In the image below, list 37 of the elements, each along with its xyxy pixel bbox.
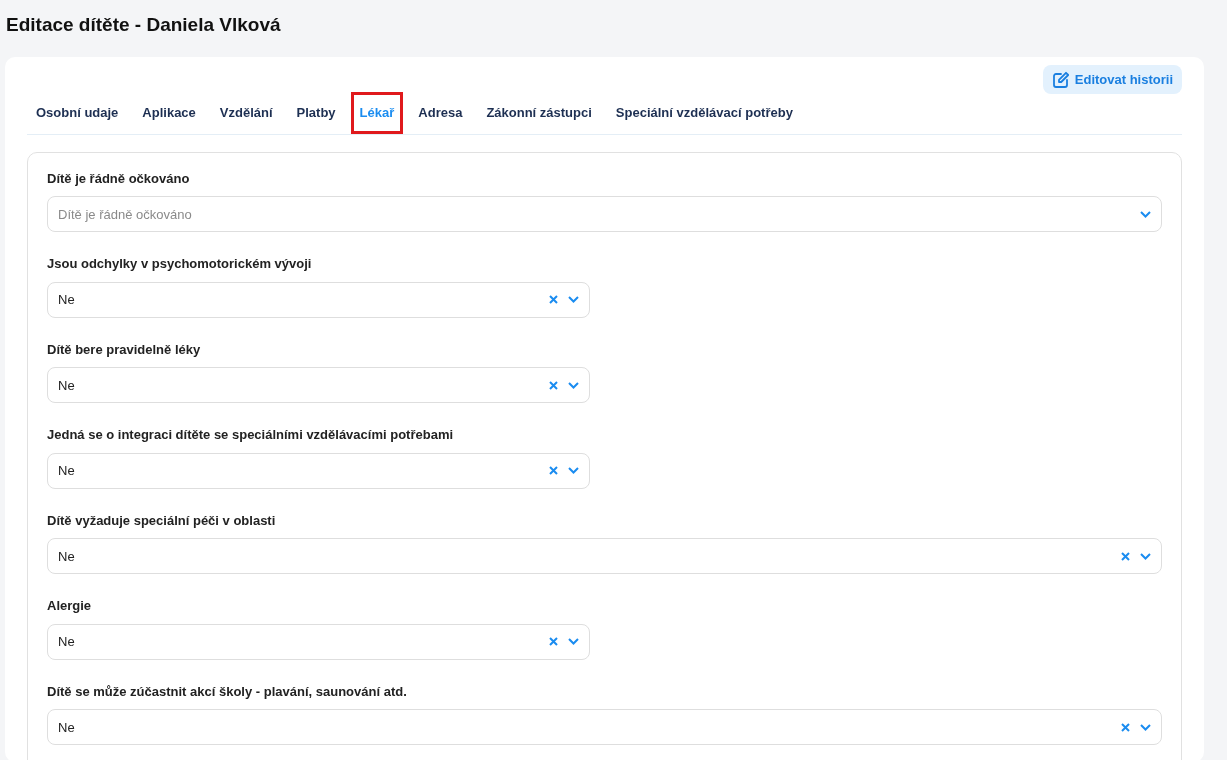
clear-icon[interactable] <box>549 295 558 305</box>
select-field[interactable]: Dítě je řádně očkováno <box>47 196 1162 233</box>
field-label: Jsou odchylky v psychomotorickém vývoji <box>47 255 313 274</box>
tab[interactable]: Zákonní zástupci <box>477 92 601 134</box>
field-label: Jedná se o integraci dítěte se speciálními vzdělávacími potřebami <box>47 426 455 445</box>
clear-icon[interactable] <box>549 380 558 390</box>
clear-icon[interactable] <box>549 637 558 647</box>
select-field[interactable]: Ne <box>47 367 590 404</box>
chevron-down-icon[interactable] <box>568 381 579 389</box>
chevron-down-icon[interactable] <box>568 638 579 646</box>
clear-icon[interactable] <box>1121 551 1130 561</box>
chevron-down-icon[interactable] <box>1140 552 1151 560</box>
tab[interactable]: Adresa <box>409 92 472 134</box>
field-label: Dítě se může zúčastnit akcí školy - plavání, saunování atd. <box>47 682 408 701</box>
tab[interactable]: Speciální vzdělávací potřeby <box>606 92 802 134</box>
select-field[interactable]: Ne <box>47 281 590 318</box>
chevron-down-icon[interactable] <box>1140 723 1151 731</box>
select-field[interactable]: Ne <box>47 452 590 489</box>
tab[interactable]: Vzdělání <box>210 92 282 134</box>
chevron-down-icon[interactable] <box>568 467 579 475</box>
select-field[interactable]: Ne <box>47 623 590 660</box>
field-label: Dítě je řádně očkováno <box>47 169 191 188</box>
chevron-down-icon[interactable] <box>1140 210 1151 218</box>
tab[interactable]: Platby <box>287 92 345 134</box>
edit-history-button[interactable]: Editovat historii <box>1042 64 1182 95</box>
edit-icon <box>1051 70 1070 89</box>
clear-icon[interactable] <box>549 466 558 476</box>
tab[interactable]: Osobní udaje <box>27 92 128 134</box>
select-field[interactable]: Ne <box>47 538 1162 575</box>
tab[interactable]: Aplikace <box>133 92 205 134</box>
chevron-down-icon[interactable] <box>568 296 579 304</box>
page-title: Editace dítěte - Daniela Vlková <box>5 13 282 37</box>
select-field[interactable]: Ne <box>47 709 1162 746</box>
field-label: Dítě bere pravidelně léky <box>47 340 202 359</box>
field-label: Alergie <box>47 597 93 616</box>
clear-icon[interactable] <box>1121 722 1130 732</box>
field-label: Dítě vyžaduje speciální péči v oblasti <box>47 511 277 530</box>
